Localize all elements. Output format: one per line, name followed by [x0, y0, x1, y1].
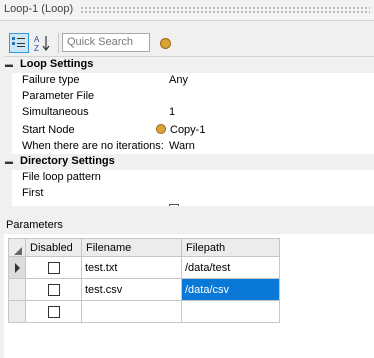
property-name: Parameter File	[22, 90, 95, 102]
categorized-view-icon	[12, 37, 25, 47]
parameters-label: Parameters	[6, 219, 63, 231]
current-row-icon	[15, 262, 20, 273]
property-grid: ▬ Loop Settings Failure type Any Paramet…	[4, 56, 374, 207]
property-name: Failure type	[22, 74, 80, 86]
property-name: Simultaneous	[22, 106, 89, 118]
category-label: Loop Settings	[20, 58, 94, 70]
property-no-iterations[interactable]: When there are no iterations: Warn	[4, 139, 374, 155]
property-parameter-file[interactable]: Parameter File	[4, 89, 374, 105]
disabled-cell[interactable]	[25, 256, 82, 279]
category-loop-settings[interactable]: ▬ Loop Settings	[4, 57, 374, 73]
toolbar-separator	[58, 33, 59, 53]
titlebar-grip[interactable]	[80, 6, 370, 13]
window-titlebar: Loop-1 (Loop)	[0, 0, 374, 21]
property-simultaneous[interactable]: Simultaneous 1	[4, 105, 374, 121]
property-first[interactable]: First	[4, 186, 374, 202]
property-failure-type[interactable]: Failure type Any	[4, 73, 374, 89]
table-row[interactable]: test.csv /data/csv	[8, 278, 280, 301]
table-row-new[interactable]	[8, 300, 280, 323]
svg-text:A: A	[34, 35, 40, 44]
grid-corner[interactable]	[8, 238, 26, 257]
property-value[interactable]: Copy-1	[156, 124, 205, 136]
parameters-grid: Disabled Filename Filepath test.txt /dat…	[8, 238, 280, 323]
property-file-loop-pattern[interactable]: File loop pattern	[4, 170, 374, 186]
property-value[interactable]: Any	[169, 74, 188, 86]
collapse-icon[interactable]: ▬	[5, 157, 13, 166]
column-header-filename[interactable]: Filename	[81, 238, 182, 257]
svg-text:Z: Z	[34, 44, 39, 53]
table-row[interactable]: test.txt /data/test	[8, 256, 280, 279]
disabled-checkbox[interactable]	[47, 305, 60, 318]
property-value[interactable]: 1	[169, 106, 175, 118]
property-name: File loop pattern	[22, 171, 101, 183]
category-directory-settings[interactable]: ▬ Directory Settings	[4, 154, 374, 170]
property-name: When there are no iterations:	[22, 140, 164, 152]
filename-cell[interactable]	[81, 300, 182, 323]
parameters-panel: Disabled Filename Filepath test.txt /dat…	[4, 234, 374, 358]
alphabetical-sort-button[interactable]: A Z	[33, 33, 53, 53]
node-icon	[156, 124, 166, 134]
select-all-icon	[14, 246, 22, 255]
property-start-node[interactable]: Start Node Copy-1	[4, 123, 374, 139]
filename-cell[interactable]: test.csv	[81, 278, 182, 301]
quick-search-input[interactable]: Quick Search	[62, 33, 150, 52]
start-node-value: Copy-1	[170, 124, 206, 136]
filename-cell[interactable]: test.txt	[81, 256, 182, 279]
grid-header-row: Disabled Filename Filepath	[8, 238, 280, 257]
filepath-cell-selected[interactable]: /data/csv	[181, 278, 280, 301]
category-label: Directory Settings	[20, 155, 115, 167]
disabled-checkbox[interactable]	[47, 261, 60, 274]
filepath-cell[interactable]	[181, 300, 280, 323]
window-title: Loop-1 (Loop)	[4, 3, 74, 15]
property-toolbar: A Z Quick Search	[0, 30, 374, 56]
filepath-cell[interactable]: /data/test	[181, 256, 280, 279]
column-header-disabled[interactable]: Disabled	[25, 238, 82, 257]
categorized-view-button[interactable]	[9, 33, 29, 53]
help-icon[interactable]	[160, 38, 171, 49]
panel-splitter[interactable]	[0, 206, 374, 212]
property-name: First	[22, 187, 44, 199]
row-header[interactable]	[8, 300, 26, 323]
row-header[interactable]	[8, 256, 26, 279]
column-header-filepath[interactable]: Filepath	[181, 238, 280, 257]
row-header[interactable]	[8, 278, 26, 301]
disabled-checkbox[interactable]	[47, 283, 60, 296]
property-name: Start Node	[22, 124, 75, 136]
collapse-icon[interactable]: ▬	[5, 60, 13, 69]
disabled-cell[interactable]	[25, 300, 82, 323]
property-value[interactable]: Warn	[169, 140, 195, 152]
sort-az-icon: A Z	[34, 35, 50, 53]
disabled-cell[interactable]	[25, 278, 82, 301]
